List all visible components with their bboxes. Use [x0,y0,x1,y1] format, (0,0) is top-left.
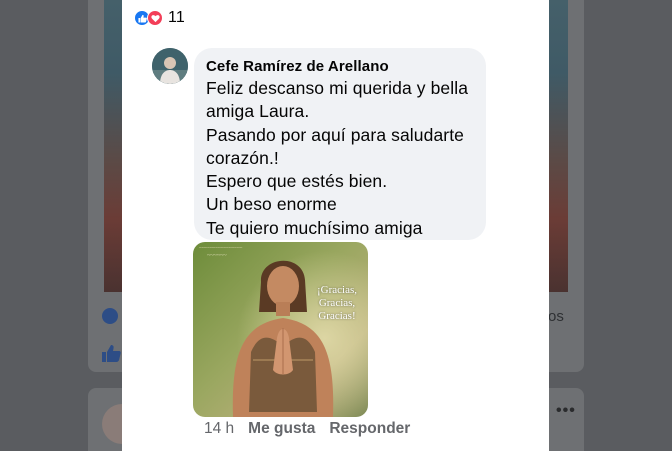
comment-timestamp[interactable]: 14 h [204,419,234,439]
image-caption-line: Gracias! [318,310,356,322]
comment-text-line: corazón.! [206,147,279,168]
image-caption: ¡Gracias, Gracias, Gracias! [311,284,363,323]
image-watermark: ~~~~~~~~~~~~~~~~ [199,246,243,251]
more-dots-icon[interactable]: ••• [556,402,576,420]
like-button[interactable]: Me gusta [248,419,315,439]
reactions-summary[interactable]: 11 [134,8,185,28]
image-caption-line: Gracias, [318,297,356,309]
comment-bubble: Cefe Ramírez de Arellano Feliz descanso … [194,48,486,240]
avatar[interactable] [152,48,188,84]
comments-sheet: 11 Cefe Ramírez de Arellano Feliz descan… [122,0,549,451]
comment-text-line: Feliz descanso mi querida y bella [206,78,469,98]
comment-text-line: Pasando por aquí para saludarte [206,124,465,145]
background-partial-text: os [548,308,564,325]
background-like-button-icon [102,345,121,362]
comment-text-line: amiga Laura. [206,101,310,122]
background-like-reaction-icon [102,308,118,324]
comment-author[interactable]: Cefe Ramírez de Arellano [206,57,474,77]
reaction-count: 11 [168,9,186,26]
love-icon [147,10,163,26]
image-watermark-signature: ~~~~~~ [207,253,227,259]
comment-image[interactable]: ~~~~~~~~~~~~~~~~ ~~~~~~ ¡Gracias, Gracia… [193,242,368,417]
comment-text-line: Un beso enorme [206,194,337,215]
comment-text-line: Espero que estés bien. [206,171,388,192]
reply-button[interactable]: Responder [329,419,410,439]
comment-actions: 14 h Me gusta Responder [204,419,410,439]
image-caption-line: ¡Gracias, [316,284,357,296]
comment-text-line: Te quiero muchísimo amiga [206,217,423,238]
